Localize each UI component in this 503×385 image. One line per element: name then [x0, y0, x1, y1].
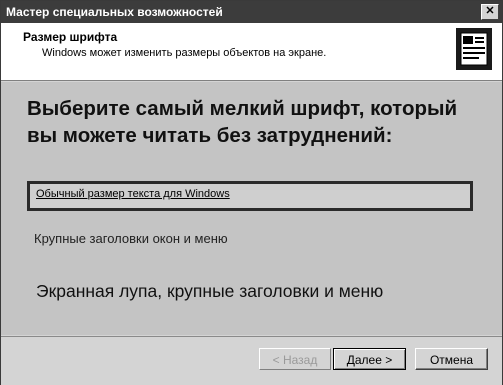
wizard-page-icon [456, 28, 492, 70]
wizard-window: Мастер специальных возможностей ✕ Размер… [0, 0, 503, 385]
window-title: Мастер специальных возможностей [6, 5, 223, 19]
cancel-button[interactable]: Отмена [415, 348, 488, 370]
title-bar: Мастер специальных возможностей ✕ [1, 1, 502, 23]
page-title: Размер шрифта [23, 30, 118, 44]
wizard-content: Выберите самый мелкий шрифт, который вы … [1, 82, 502, 335]
page-subtitle: Windows может изменить размеры объектов … [42, 47, 327, 59]
next-button[interactable]: Далее > [333, 348, 406, 370]
back-button[interactable]: < Назад [259, 348, 331, 370]
instruction-heading: Выберите самый мелкий шрифт, который вы … [27, 97, 458, 147]
close-button[interactable]: ✕ [481, 4, 499, 20]
wizard-footer: < Назад Далее > Отмена [1, 336, 502, 385]
font-option-large-titles[interactable]: Крупные заголовки окон и меню [34, 231, 228, 246]
wizard-header: Размер шрифта Windows может изменить раз… [1, 23, 502, 81]
font-option-normal-label: Обычный размер текста для Windows [36, 188, 230, 200]
font-option-normal[interactable]: Обычный размер текста для Windows [27, 181, 473, 211]
font-option-magnifier[interactable]: Экранная лупа, крупные заголовки и меню [36, 281, 383, 302]
